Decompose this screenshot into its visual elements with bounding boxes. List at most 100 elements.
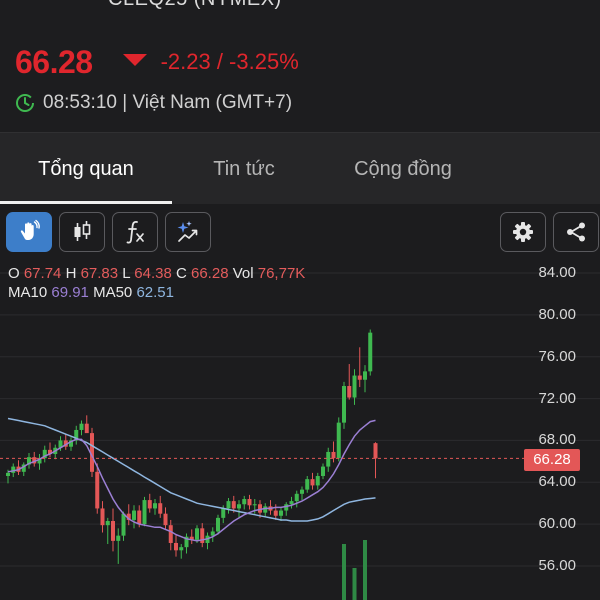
candle-body (221, 508, 226, 518)
candlestick-icon (74, 221, 91, 241)
candle-body (163, 513, 168, 526)
candle-body (142, 500, 147, 525)
high-value: 67.83 (80, 265, 119, 282)
candle-body (242, 499, 247, 505)
quote-header: CLEQ25 (NYMEX) 66.28 -2.23 / -3.25% 08:5… (0, 0, 600, 132)
close-value: 66.28 (191, 265, 229, 282)
candle-body (105, 521, 110, 526)
candle-body (347, 386, 352, 398)
candle-body (357, 375, 362, 380)
chart-type-button[interactable] (59, 212, 105, 252)
candle-body (84, 423, 89, 434)
candle-body (263, 506, 268, 513)
ma-row: MA10 69.91 MA50 62.51 (8, 283, 305, 302)
price-down-arrow-icon (122, 54, 147, 66)
candle-body (132, 510, 136, 520)
ma50-label: MA50 (93, 284, 133, 301)
indicators-button[interactable] (112, 212, 158, 252)
tab-community[interactable]: Cộng đồng (316, 133, 490, 205)
candle-body (226, 501, 231, 509)
price-row: 66.28 -2.23 / -3.25% (15, 42, 299, 82)
candle-body (158, 503, 163, 514)
tab-bar: Tổng quan Tin tức Cộng đồng (0, 132, 600, 204)
candle-body (331, 451, 336, 459)
ohlc-legend: O 67.74 H 67.83 L 64.38 C 66.28 Vol 76,7… (8, 264, 305, 302)
low-label: L (122, 265, 131, 282)
candle-body (237, 504, 241, 509)
open-value: 67.74 (23, 265, 62, 282)
candle-body (95, 471, 100, 509)
y-tick-label: 68.00 (538, 431, 576, 449)
symbol-title: CLEQ25 (NYMEX) (108, 0, 282, 11)
price-change: -2.23 / -3.25% (160, 49, 299, 74)
last-price: 66.28 (15, 43, 93, 80)
candle-body (116, 535, 121, 541)
candle-body (300, 489, 304, 494)
volume-bar (342, 544, 346, 600)
candle-body (310, 479, 315, 486)
candle-body (216, 517, 220, 532)
chart-toolbar (0, 204, 600, 260)
tab-overview[interactable]: Tổng quan (0, 133, 172, 205)
last-price-label: 66.28 (524, 449, 580, 471)
candle-body (352, 375, 357, 398)
chart-settings-button[interactable] (500, 212, 546, 252)
volume-bar (352, 568, 357, 600)
candle-body (174, 542, 178, 551)
ma50-line (7, 417, 376, 522)
y-tick-label: 56.00 (538, 557, 576, 574)
candle-body (363, 371, 367, 380)
candle-body (326, 451, 331, 467)
y-tick-label: 64.00 (538, 473, 576, 491)
hand-tool-button[interactable] (6, 212, 52, 252)
candle-body (315, 476, 320, 486)
y-tick-label: 80.00 (538, 305, 576, 323)
ma10-line (7, 419, 376, 542)
ai-analysis-button[interactable] (165, 212, 211, 252)
candle-body (289, 501, 294, 505)
candle-body (342, 386, 346, 423)
candle-body (111, 521, 115, 541)
ohlc-row: O 67.74 H 67.83 L 64.38 C 66.28 Vol 76,7… (8, 264, 305, 283)
y-tick-label: 84.00 (538, 264, 576, 281)
volume-bars (342, 540, 367, 600)
volume-value: 76,77K (257, 265, 306, 282)
candle-body (231, 501, 236, 509)
open-label: O (8, 265, 20, 282)
candle-body (336, 422, 341, 459)
hand-pointer-icon (20, 219, 40, 240)
candle-body (247, 499, 252, 506)
volume-bar (363, 540, 367, 600)
candle-body (279, 510, 283, 516)
ma50-value: 62.51 (136, 284, 174, 301)
candle-body (168, 525, 173, 543)
close-label: C (175, 265, 187, 282)
function-fx-icon (126, 221, 144, 244)
candle-body (137, 510, 142, 525)
candle-body (121, 513, 126, 536)
candle-body (252, 504, 257, 506)
candle-body (273, 510, 278, 516)
ai-sparkle-chart-icon (177, 221, 198, 242)
market-time-row: 08:53:10 | Việt Nam (GMT+7) (15, 92, 292, 114)
candle-body (373, 443, 378, 459)
candle-body (153, 503, 157, 509)
price-chart[interactable] (0, 260, 600, 600)
y-tick-label: 72.00 (538, 389, 576, 407)
candle-body (11, 466, 16, 473)
y-tick-label: 76.00 (538, 347, 576, 365)
tab-news[interactable]: Tin tức (172, 133, 316, 205)
candle-body (321, 466, 325, 477)
candle-body (147, 500, 152, 509)
candle-body (305, 479, 310, 490)
candle-body (79, 423, 84, 430)
share-button[interactable] (553, 212, 599, 252)
ma10-value: 69.91 (51, 284, 89, 301)
volume-label: Vol (232, 265, 254, 282)
candle-body (195, 528, 199, 540)
y-tick-label: 60.00 (538, 515, 576, 533)
clock-icon (16, 94, 34, 112)
market-time: 08:53:10 | Việt Nam (GMT+7) (43, 92, 293, 113)
ma10-label: MA10 (8, 284, 48, 301)
candle-body (368, 332, 373, 372)
